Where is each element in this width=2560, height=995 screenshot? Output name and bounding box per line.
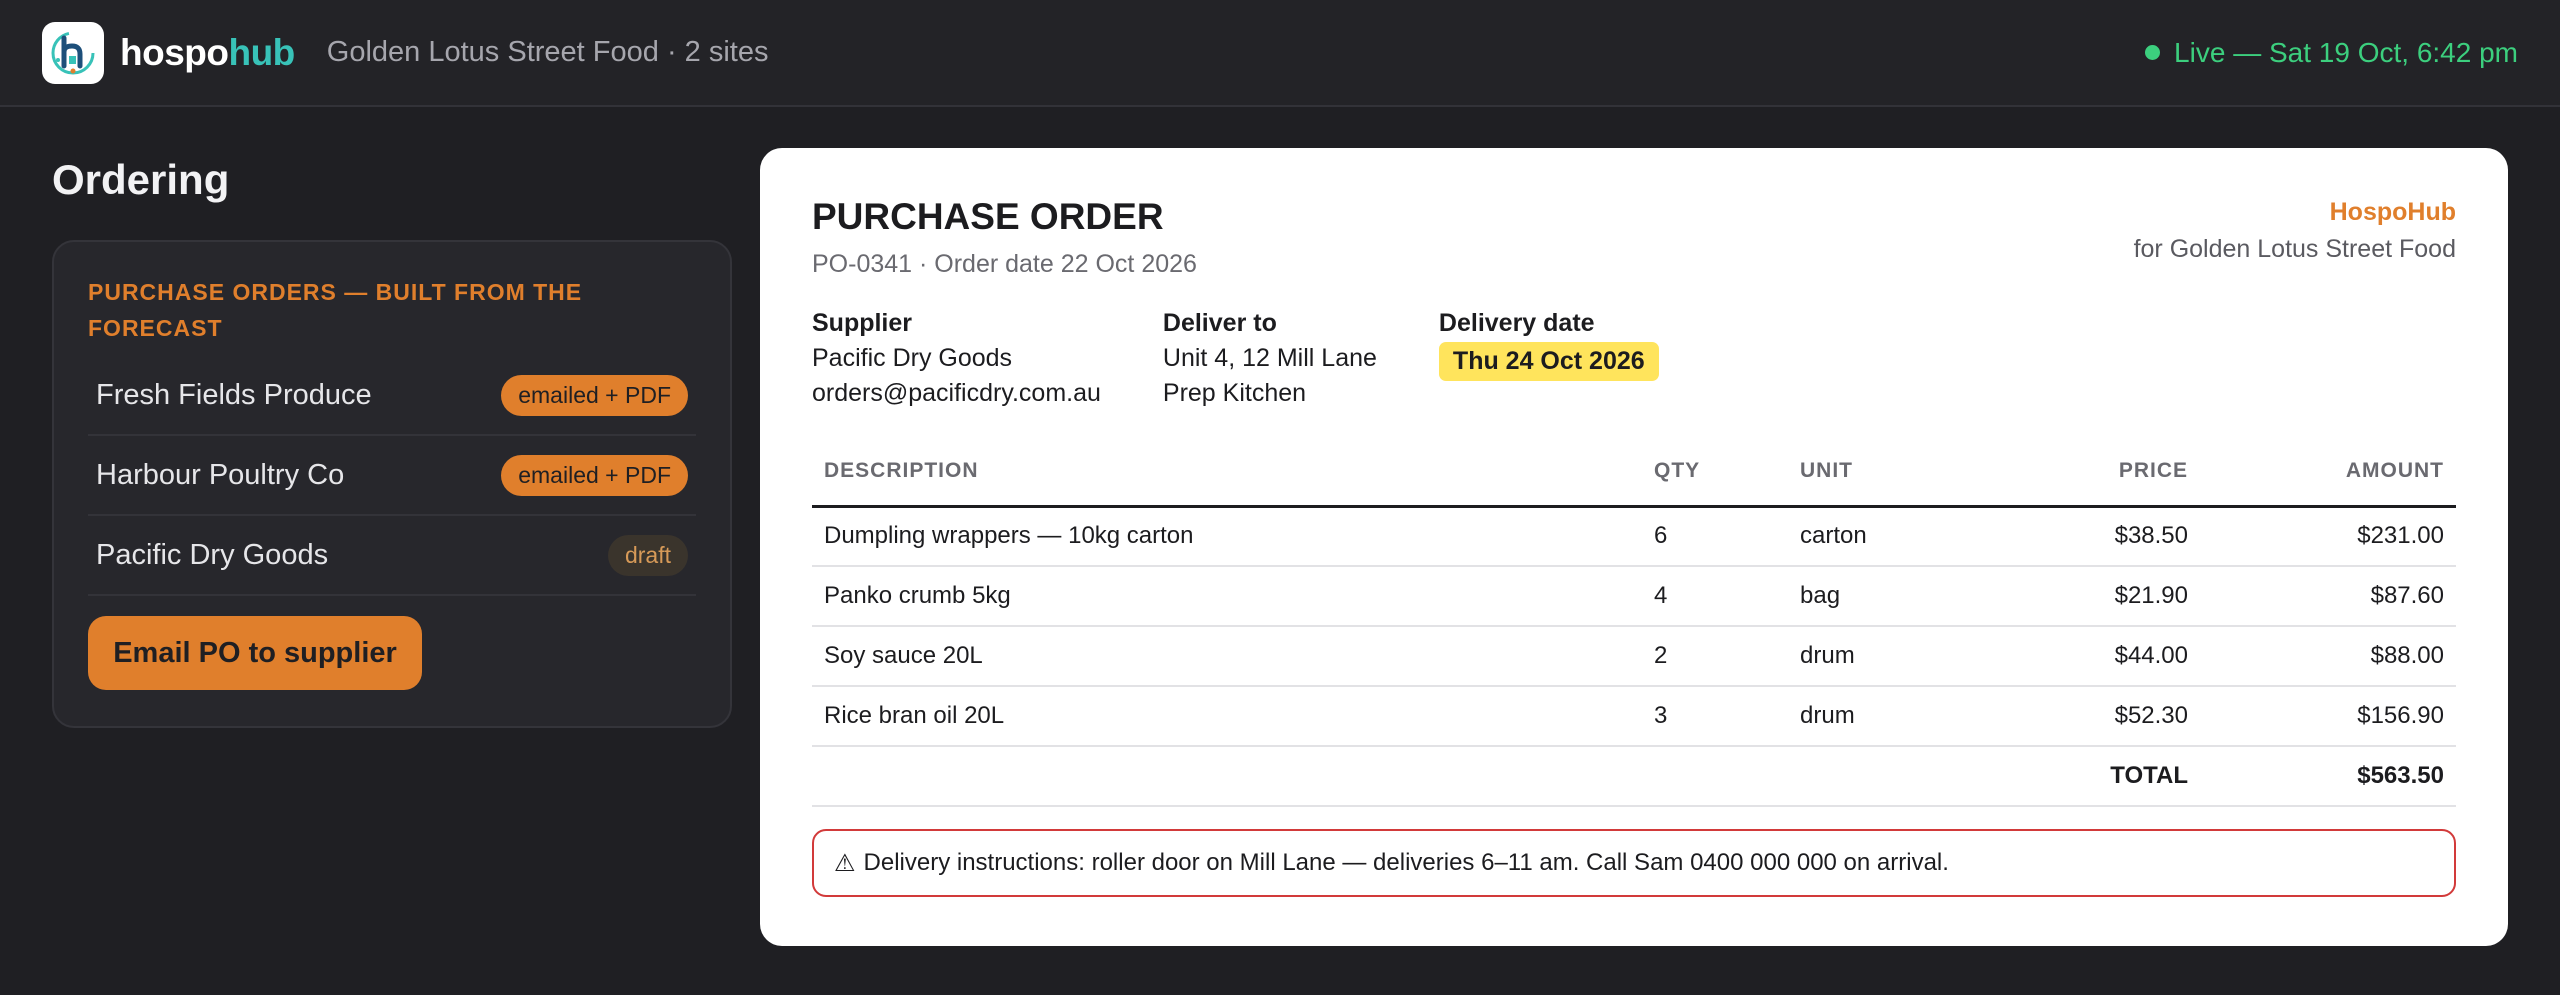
total-row: TOTAL $563.50 [812,746,2456,807]
table-row: Panko crumb 5kg 4 bag $21.90 $87.60 [812,566,2456,627]
line-description: Dumpling wrappers — 10kg carton [812,506,1642,567]
line-unit: bag [1788,566,1978,627]
status-badge: emailed + PDF [501,454,688,496]
deliver-to-label: Deliver to [1162,309,1277,337]
email-po-button[interactable]: Email PO to supplier [88,616,422,690]
page-title: Ordering [52,156,230,203]
brand-part-hub: hub [228,31,295,73]
table-row: Dumpling wrappers — 10kg carton 6 carton… [812,506,2456,567]
po-line-items-table: DESCRIPTION QTY UNIT PRICE AMOUNT Dumpli… [812,438,2456,807]
deliver-to-block: Deliver to Unit 4, 12 Mill Lane Prep Kit… [1163,309,1377,408]
status-badge: emailed + PDF [501,374,688,416]
live-dot-icon [2145,45,2161,60]
po-brand-for: for Golden Lotus Street Food [2133,235,2456,263]
tenant-name: Golden Lotus Street Food · 2 sites [326,36,769,68]
deliver-location: Prep Kitchen [1162,379,1307,407]
line-amount: $87.60 [2200,566,2456,627]
live-status-text: Live — Sat 19 Oct, 6:42 pm [2174,36,2518,68]
delivery-date-value: Thu 24 Oct 2026 [1438,342,1659,381]
col-description: DESCRIPTION [812,438,1642,508]
total-label: TOTAL [1978,746,2200,807]
delivery-instructions-text: Delivery instructions: roller door on Mi… [863,849,1949,876]
total-spacer [812,746,1642,807]
table-row: Soy sauce 20L 2 drum $44.00 $88.00 [812,626,2456,687]
line-unit: drum [1788,686,1978,747]
delivery-date-label: Delivery date [1438,309,1595,337]
line-unit: drum [1788,626,1978,687]
line-description: Panko crumb 5kg [812,566,1642,627]
line-qty: 4 [1642,566,1788,627]
table-header-row: DESCRIPTION QTY UNIT PRICE AMOUNT [812,438,2456,508]
supplier-name: Pacific Dry Goods [96,538,329,571]
panel-heading: PURCHASE ORDERS — BUILT FROM THE FORECAS… [88,279,583,341]
line-price: $21.90 [1978,566,2200,627]
deliver-address: Unit 4, 12 Mill Lane [1162,344,1377,372]
line-amount: $156.90 [2200,686,2456,747]
supplier-row-harbour-poultry[interactable]: Harbour Poultry Co emailed + PDF [88,436,696,516]
line-amount: $88.00 [2200,626,2456,687]
purchase-orders-panel: PURCHASE ORDERS — BUILT FROM THE FORECAS… [52,240,732,728]
brand-wordmark[interactable]: hospohub [120,32,295,74]
line-unit: carton [1788,506,1978,567]
supplier-email: orders@pacificdry.com.au [812,379,1101,407]
delivery-date-block: Delivery date Thu 24 Oct 2026 [1438,309,1659,408]
supplier-name: Pacific Dry Goods [812,344,1013,372]
supplier-row-fresh-fields[interactable]: Fresh Fields Produce emailed + PDF [88,356,696,436]
supplier-name: Harbour Poultry Co [96,458,345,491]
line-qty: 3 [1642,686,1788,747]
supplier-name: Fresh Fields Produce [96,378,372,411]
top-bar: hospohub Golden Lotus Street Food · 2 si… [0,0,2560,107]
line-qty: 6 [1642,506,1788,567]
warning-icon: ⚠ [834,849,856,877]
total-spacer [1642,746,1788,807]
supplier-label: Supplier [812,309,913,337]
supplier-list: Fresh Fields Produce emailed + PDF Harbo… [88,356,696,596]
purchase-order-document: PURCHASE ORDER PO-0341 · Order date 22 O… [760,148,2508,946]
po-meta: Supplier Pacific Dry Goods orders@pacifi… [812,309,2456,408]
brand-part-hospo: hospo [120,31,229,73]
total-spacer [1788,746,1978,807]
po-header: PURCHASE ORDER PO-0341 · Order date 22 O… [812,196,2456,279]
live-status: Live — Sat 19 Oct, 6:42 pm [2145,37,2518,69]
line-description: Rice bran oil 20L [812,686,1642,747]
line-description: Soy sauce 20L [812,626,1642,687]
delivery-instructions-notice: ⚠ Delivery instructions: roller door on … [812,829,2456,897]
table-row: Rice bran oil 20L 3 drum $52.30 $156.90 [812,686,2456,747]
supplier-row-pacific-dry-goods[interactable]: Pacific Dry Goods draft [88,516,696,596]
po-brand-name: HospoHub [2329,198,2456,226]
col-qty: QTY [1642,438,1788,508]
line-qty: 2 [1642,626,1788,687]
total-value: $563.50 [2200,746,2456,807]
po-number-and-date: PO-0341 · Order date 22 Oct 2026 [812,250,1197,278]
po-brand-block: HospoHub for Golden Lotus Street Food [2134,196,2456,279]
col-unit: UNIT [1788,438,1978,508]
line-price: $52.30 [1978,686,2200,747]
line-amount: $231.00 [2200,506,2456,567]
po-title: PURCHASE ORDER [812,196,1164,237]
hospohub-logo-icon[interactable] [42,21,104,84]
line-price: $38.50 [1978,506,2200,567]
status-badge: draft [607,534,688,576]
supplier-block: Supplier Pacific Dry Goods orders@pacifi… [812,309,1101,408]
col-amount: AMOUNT [2200,438,2456,508]
col-price: PRICE [1978,438,2200,508]
line-price: $44.00 [1978,626,2200,687]
